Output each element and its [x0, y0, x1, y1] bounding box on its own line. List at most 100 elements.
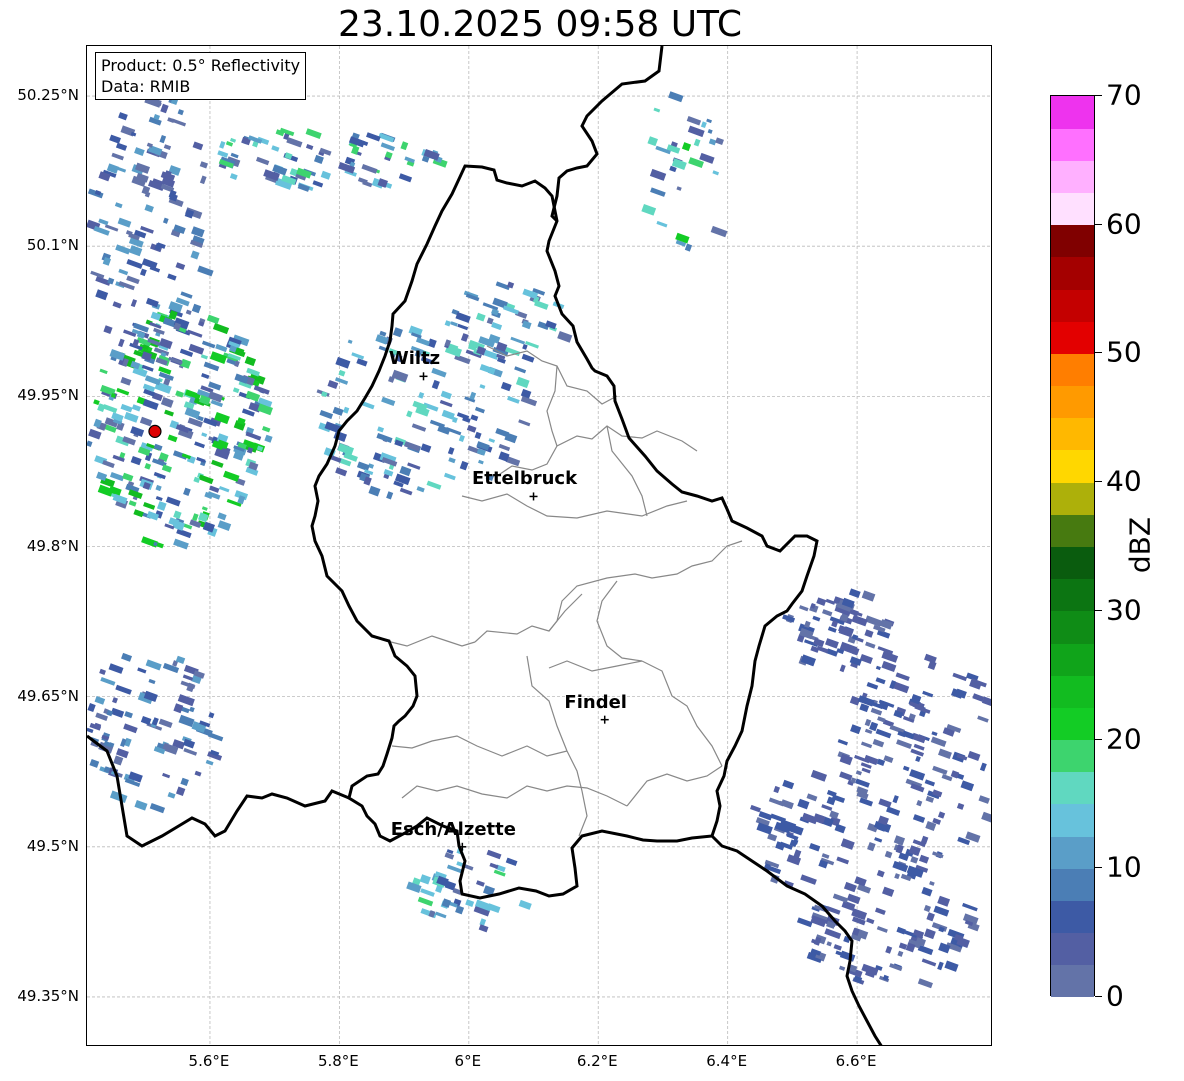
echo-cell	[474, 431, 482, 440]
country-border	[310, 164, 819, 900]
colorbar-segment	[1051, 96, 1094, 129]
echo-cell	[839, 664, 846, 673]
echo-cell	[330, 455, 342, 463]
echo-cell	[469, 391, 477, 400]
echo-cell	[131, 404, 141, 412]
echo-cell	[893, 835, 906, 846]
echo-cell	[142, 398, 159, 411]
echo-cell	[177, 694, 195, 707]
echo-cell	[160, 103, 169, 114]
echo-cell	[450, 321, 458, 327]
echo-cell	[211, 459, 224, 468]
echo-cell	[89, 758, 100, 768]
echo-cell	[475, 312, 486, 322]
city-label: Esch/Alzette	[390, 818, 516, 840]
echo-cell	[897, 950, 904, 957]
echo-cell	[866, 682, 879, 690]
radar-map-canvas	[87, 46, 991, 1045]
echo-cell	[180, 291, 193, 299]
echo-cell	[415, 337, 431, 347]
echo-cell	[399, 487, 413, 496]
echo-cell	[518, 419, 531, 427]
canton-border	[401, 785, 628, 807]
echo-cell	[656, 220, 668, 228]
colorbar-tick-label: 20	[1106, 722, 1142, 756]
echo-cell	[647, 136, 658, 147]
colorbar-tick-label: 50	[1106, 335, 1142, 369]
echo-cell	[937, 811, 946, 819]
echo-cell	[851, 614, 868, 627]
echo-cell	[406, 410, 413, 418]
echo-cell	[312, 180, 324, 188]
echo-cell	[937, 961, 944, 971]
echo-cell	[916, 800, 923, 807]
echo-cell	[715, 137, 724, 146]
colorbar-segment	[1051, 868, 1094, 901]
echo-cell	[245, 431, 262, 441]
canton-border	[461, 493, 688, 519]
echo-cell	[915, 755, 921, 763]
echo-cell	[327, 379, 339, 389]
echo-cell	[87, 440, 93, 447]
echo-cell	[117, 217, 132, 228]
echo-cell	[921, 886, 933, 897]
echo-cell	[185, 309, 192, 315]
colorbar-segment	[1051, 771, 1094, 805]
echo-cell	[377, 426, 385, 433]
echo-cell	[133, 509, 144, 518]
echo-cell	[130, 456, 142, 466]
echo-cell	[883, 755, 894, 764]
echo-cell	[167, 117, 175, 123]
echo-cell	[114, 202, 123, 209]
canton-border	[526, 655, 568, 752]
canton-border	[548, 593, 583, 632]
longitude-tick-label: 5.6°E	[188, 1052, 230, 1070]
echo-cell	[400, 141, 409, 151]
echo-cell	[832, 893, 849, 903]
echo-cell	[972, 693, 985, 702]
echo-cell	[806, 793, 818, 802]
echo-cell	[386, 491, 394, 500]
colorbar-tick	[1095, 867, 1102, 869]
echo-cell	[110, 707, 125, 718]
echo-cell	[886, 806, 901, 816]
echo-cell	[191, 303, 202, 314]
echo-cell	[167, 434, 178, 443]
echo-cell	[332, 406, 344, 416]
echo-cell	[865, 641, 876, 649]
latitude-tick-label: 49.8°N	[26, 536, 79, 555]
echo-cell	[504, 432, 518, 444]
canton-border	[391, 735, 568, 757]
colorbar-segment	[1051, 578, 1094, 612]
echo-cell	[159, 135, 167, 144]
echo-cell	[962, 902, 978, 912]
echo-cell	[381, 396, 396, 407]
radar-map[interactable]	[86, 45, 992, 1046]
colorbar-tick	[1095, 996, 1102, 997]
echo-cell	[489, 862, 499, 870]
echo-cell	[162, 772, 171, 779]
echo-cell	[137, 667, 147, 674]
colorbar-segment	[1051, 707, 1094, 741]
echo-cell	[173, 510, 182, 520]
echo-cell	[641, 204, 657, 216]
colorbar-segment	[1051, 932, 1094, 966]
echo-cell	[416, 486, 425, 493]
echo-cell	[378, 132, 395, 143]
echo-cell	[200, 354, 209, 360]
echo-cell	[197, 265, 214, 277]
echo-cell	[420, 888, 435, 897]
echo-cell	[118, 112, 128, 121]
echo-cell	[100, 677, 116, 686]
longitude-tick-label: 6°E	[454, 1052, 482, 1070]
echo-cell	[460, 333, 469, 342]
echo-cell	[855, 770, 862, 776]
echo-cell	[398, 173, 413, 183]
echo-cell	[141, 258, 158, 270]
echo-cell	[175, 786, 186, 796]
echo-cell	[799, 605, 809, 612]
echo-cell	[826, 941, 832, 947]
city-marker	[529, 492, 538, 501]
echo-cell	[420, 443, 432, 453]
echo-cell	[514, 366, 527, 374]
